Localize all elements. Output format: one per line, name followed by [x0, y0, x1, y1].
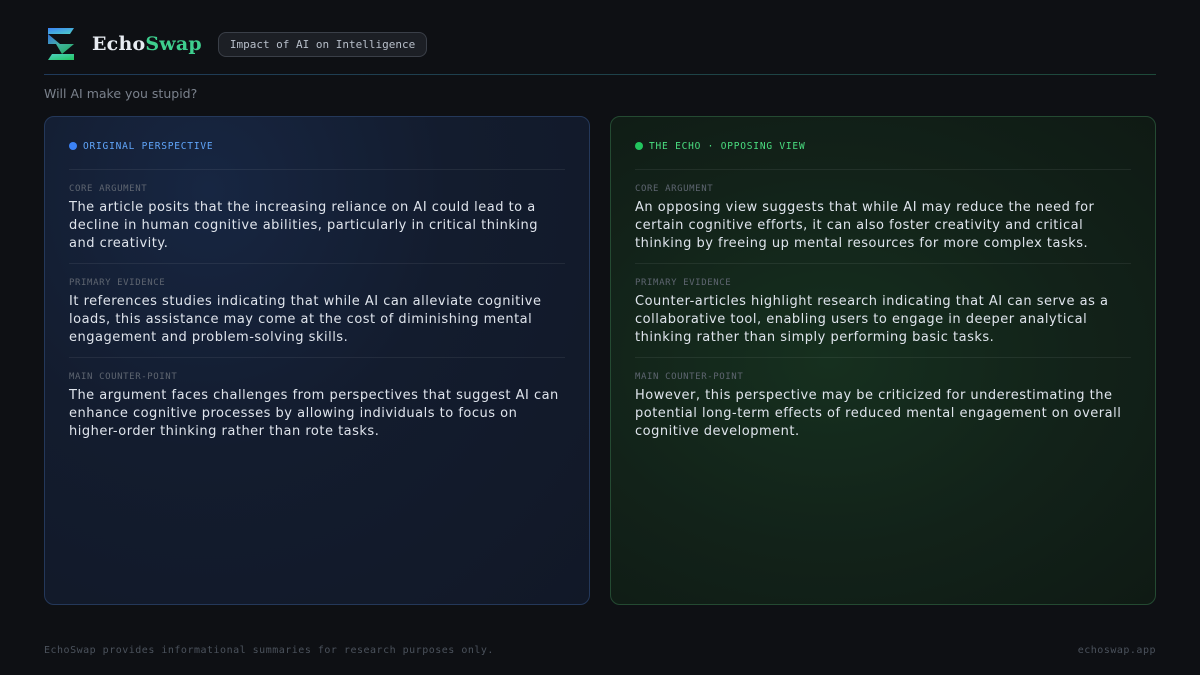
echoswap-logo-icon	[48, 28, 74, 60]
section-title: MAIN COUNTER-POINT	[69, 372, 178, 382]
section-body: The argument faces challenges from persp…	[69, 388, 559, 439]
panel-label: ORIGINAL PERSPECTIVE	[69, 139, 565, 153]
panel-label: THE ECHO · OPPOSING VIEW	[635, 139, 1131, 153]
section-body: The article posits that the increasing r…	[69, 200, 538, 251]
question-text: Will AI make you stupid?	[44, 86, 198, 101]
panel-label-text: ORIGINAL PERSPECTIVE	[83, 140, 214, 152]
section-body: An opposing view suggests that while AI …	[635, 200, 1095, 251]
section-title: MAIN COUNTER-POINT	[635, 372, 744, 382]
green-dot-icon	[635, 142, 643, 150]
section-title: CORE ARGUMENT	[635, 184, 714, 194]
blue-dot-icon	[69, 142, 77, 150]
header: EchoSwap Impact of AI on Intelligence	[44, 24, 1156, 64]
header-divider	[44, 74, 1156, 75]
section-body: However, this perspective may be critici…	[635, 388, 1122, 439]
main-counter-point-section: MAIN COUNTER-POINT The argument faces ch…	[69, 357, 565, 451]
brand-name-part1: Echo	[92, 33, 146, 55]
brand-wordmark: EchoSwap	[92, 33, 202, 55]
section-title: PRIMARY EVIDENCE	[69, 278, 166, 288]
core-argument-section: CORE ARGUMENT The article posits that th…	[69, 169, 565, 263]
section-title: PRIMARY EVIDENCE	[635, 278, 732, 288]
panel-label-text: THE ECHO · OPPOSING VIEW	[649, 140, 806, 152]
topic-pill[interactable]: Impact of AI on Intelligence	[217, 31, 428, 57]
primary-evidence-section: PRIMARY EVIDENCE Counter-articles highli…	[635, 263, 1131, 357]
core-argument-section: CORE ARGUMENT An opposing view suggests …	[635, 169, 1131, 263]
page: EchoSwap Impact of AI on Intelligence Wi…	[0, 0, 1200, 675]
primary-evidence-section: PRIMARY EVIDENCE It references studies i…	[69, 263, 565, 357]
opposing-view-panel: THE ECHO · OPPOSING VIEW CORE ARGUMENT A…	[610, 116, 1156, 605]
footer-site-link[interactable]: echoswap.app	[1078, 645, 1156, 656]
footer-disclaimer: EchoSwap provides informational summarie…	[44, 645, 494, 656]
section-title: CORE ARGUMENT	[69, 184, 148, 194]
original-perspective-panel: ORIGINAL PERSPECTIVE CORE ARGUMENT The a…	[44, 116, 590, 605]
main-counter-point-section: MAIN COUNTER-POINT However, this perspec…	[635, 357, 1131, 451]
section-body: It references studies indicating that wh…	[69, 294, 542, 345]
brand-name-part2: Swap	[145, 33, 202, 55]
section-body: Counter-articles highlight research indi…	[635, 294, 1109, 345]
